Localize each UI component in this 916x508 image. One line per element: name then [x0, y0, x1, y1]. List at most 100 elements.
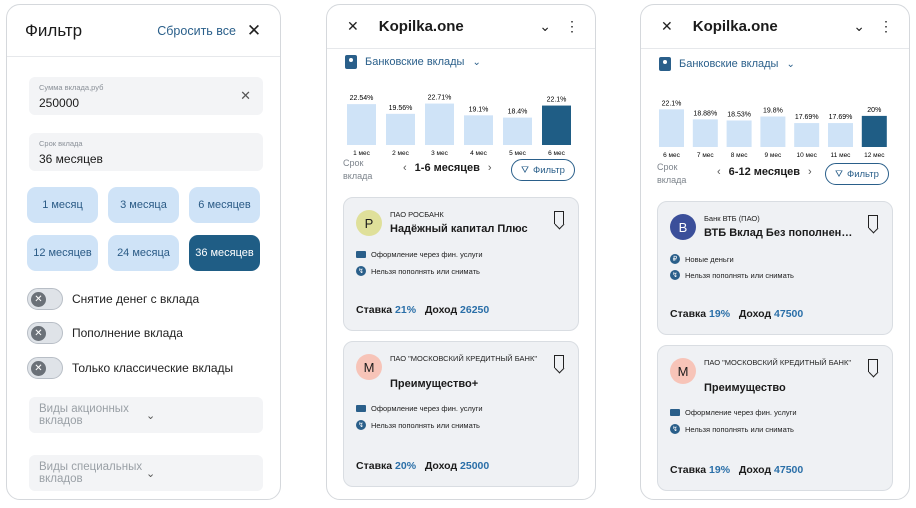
- bar-value-label: 18.4%: [508, 109, 528, 116]
- chevron-left-icon[interactable]: ‹: [717, 166, 721, 178]
- toggle-topup-label: Пополнение вклада: [72, 326, 183, 340]
- rate-bar-chart[interactable]: 22.1% 6 мес 18.88% 7 мес 18.53% 8 мес 19.8% 9 м…: [659, 91, 895, 159]
- reset-all-button[interactable]: Сбросить все: [157, 24, 236, 38]
- filter-button[interactable]: ⛛ Фильтр: [825, 163, 889, 185]
- chart-bar[interactable]: [464, 115, 493, 145]
- range-label: 6-12 месяцев: [728, 166, 801, 178]
- chart-bar[interactable]: [861, 115, 887, 147]
- term-field[interactable]: Срок вклада 36 месяцев: [29, 133, 263, 171]
- more-vert-icon[interactable]: ⋮: [879, 18, 893, 35]
- bar-value-label: 19.8%: [763, 108, 783, 115]
- category-selector[interactable]: Банковские вклады ⌄: [659, 57, 795, 71]
- rate-income: Ставка 20% Доход 25000: [356, 460, 489, 472]
- bar-value-label: 19.56%: [389, 105, 413, 112]
- bar-value-label: 22.54%: [350, 95, 374, 102]
- bar-value-label: 20%: [867, 107, 881, 114]
- chart-bar[interactable]: [542, 105, 571, 145]
- chevron-right-icon[interactable]: ›: [488, 162, 492, 174]
- toggle-topup[interactable]: ✕: [27, 322, 63, 344]
- feature-text: Новые деньги: [685, 254, 734, 264]
- bar-category-label: 6 мес: [663, 152, 681, 159]
- filter-icon: ⛛: [835, 168, 843, 180]
- feature-row: ↯ Нельзя пополнять или снимать: [670, 270, 794, 280]
- chip-3-months[interactable]: 3 месяца: [108, 187, 179, 223]
- bar-value-label: 18.53%: [727, 111, 751, 118]
- term-caption-line1: Срок: [657, 162, 678, 172]
- bar-value-label: 17.69%: [829, 114, 853, 121]
- chip-1-month[interactable]: 1 месяц: [27, 187, 98, 223]
- bar-category-label: 8 мес: [731, 152, 749, 159]
- term-caption-line2: вклада: [657, 175, 687, 185]
- bar-value-label: 17.69%: [795, 114, 819, 121]
- clear-icon[interactable]: ✕: [240, 88, 251, 104]
- close-icon[interactable]: ✕: [347, 18, 359, 35]
- filter-button-label: Фильтр: [532, 164, 565, 176]
- deposit-card[interactable]: Р ПАО РОСБАНК Надёжный капитал Плюс Офор…: [343, 197, 579, 331]
- chevron-right-icon[interactable]: ›: [808, 166, 812, 178]
- product-name: ВТБ Вклад Без пополнения и снятия: [704, 227, 854, 239]
- chip-36-months[interactable]: 36 месяцев: [189, 235, 260, 271]
- term-caption-line2: вклада: [343, 171, 373, 181]
- chevron-down-icon[interactable]: ⌄: [539, 18, 551, 35]
- chip-6-months[interactable]: 6 месяцев: [189, 187, 260, 223]
- bookmark-icon[interactable]: [868, 359, 878, 372]
- toggle-withdraw-row[interactable]: ✕ Снятие денег с вклада: [27, 288, 199, 310]
- term-value[interactable]: 36 месяцев: [39, 152, 253, 166]
- rate-label: Ставка: [356, 460, 393, 472]
- bookmark-icon[interactable]: [554, 211, 564, 224]
- close-icon[interactable]: ✕: [661, 18, 673, 35]
- amount-field[interactable]: Сумма вклада,руб 250000 ✕: [29, 77, 263, 115]
- chart-bar[interactable]: [828, 123, 853, 147]
- product-name: Преимущество: [704, 382, 786, 394]
- bank-name: Банк ВТБ (ПАО): [704, 214, 760, 223]
- feature-text: Нельзя пополнять или снимать: [685, 424, 794, 434]
- chart-bar[interactable]: [760, 116, 786, 147]
- rate-bar-chart[interactable]: 22.54% 1 мес 19.56% 2 мес 22.71% 3 мес 19.1% 4 …: [347, 87, 579, 157]
- feature-row: ↯ Нельзя пополнять или снимать: [356, 420, 480, 430]
- bar-category-label: 3 мес: [431, 150, 449, 157]
- special-deposits-dropdown[interactable]: Виды специальных вкладов ⌄: [29, 455, 263, 491]
- bank-name: ПАО "МОСКОВСКИЙ КРЕДИТНЫЙ БАНК": [390, 354, 537, 363]
- chip-24-months[interactable]: 24 месяца: [108, 235, 179, 271]
- card-icon: [356, 251, 366, 258]
- chart-bar[interactable]: [386, 113, 415, 145]
- close-icon[interactable]: ✕: [246, 21, 262, 40]
- toggle-classic[interactable]: ✕: [27, 357, 63, 379]
- chart-bar[interactable]: [659, 109, 684, 147]
- bookmark-icon[interactable]: [554, 355, 564, 368]
- chevron-left-icon[interactable]: ‹: [403, 162, 407, 174]
- deposit-card[interactable]: М ПАО "МОСКОВСКИЙ КРЕДИТНЫЙ БАНК" Преиму…: [657, 345, 893, 491]
- chart-bar[interactable]: [503, 117, 532, 145]
- more-vert-icon[interactable]: ⋮: [565, 18, 579, 35]
- chip-12-months[interactable]: 12 месяцев: [27, 235, 98, 271]
- chart-bar[interactable]: [726, 120, 752, 147]
- filter-button[interactable]: ⛛ Фильтр: [511, 159, 575, 181]
- feature-text: Оформление через фин. услуги: [685, 408, 797, 417]
- amount-value[interactable]: 250000: [39, 96, 253, 110]
- chevron-down-icon[interactable]: ⌄: [853, 18, 865, 35]
- bar-category-label: 10 мес: [797, 152, 818, 159]
- deposit-card[interactable]: М ПАО "МОСКОВСКИЙ КРЕДИТНЫЙ БАНК" Преиму…: [343, 341, 579, 487]
- deposit-card[interactable]: В Банк ВТБ (ПАО) ВТБ Вклад Без пополнени…: [657, 201, 893, 335]
- promo-deposits-label: Виды акционных вкладов: [39, 403, 129, 427]
- chart-bar[interactable]: [794, 123, 820, 147]
- chart-bar[interactable]: [425, 103, 454, 145]
- category-selector[interactable]: Банковские вклады ⌄: [345, 55, 481, 69]
- deposits-screen-6-12: ✕ Kopilka.one ⌄ ⋮ Банковские вклады ⌄ 22…: [640, 4, 910, 500]
- app-header: ✕ Kopilka.one ⌄ ⋮: [327, 5, 595, 49]
- toggle-classic-row[interactable]: ✕ Только классические вклады: [27, 357, 233, 379]
- bank-avatar: Р: [356, 210, 382, 236]
- rate-label: Ставка: [356, 304, 393, 316]
- toggle-withdraw[interactable]: ✕: [27, 288, 63, 310]
- bank-name: ПАО "МОСКОВСКИЙ КРЕДИТНЫЙ БАНК": [704, 358, 851, 367]
- amount-label: Сумма вклада,руб: [39, 83, 104, 92]
- feature-text: Нельзя пополнять или снимать: [371, 420, 480, 430]
- toggle-off-icon: ✕: [31, 361, 46, 376]
- chart-bar[interactable]: [692, 119, 718, 147]
- promo-deposits-dropdown[interactable]: Виды акционных вкладов ⌄: [29, 397, 263, 433]
- chevron-down-icon: ⌄: [786, 58, 795, 70]
- toggle-topup-row[interactable]: ✕ Пополнение вклада: [27, 322, 183, 344]
- bookmark-icon[interactable]: [868, 215, 878, 228]
- lock-icon: ↯: [356, 266, 366, 276]
- chart-bar[interactable]: [347, 104, 376, 145]
